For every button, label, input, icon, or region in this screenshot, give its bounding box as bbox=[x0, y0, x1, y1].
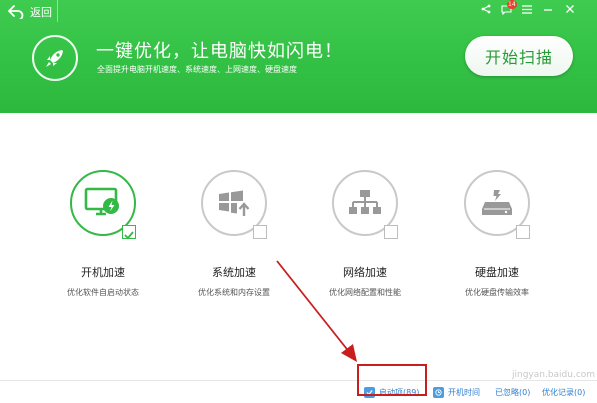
checkmark-icon bbox=[124, 231, 134, 240]
start-scan-button[interactable]: 开始扫描 bbox=[465, 36, 573, 76]
message-button[interactable]: 14 bbox=[498, 0, 517, 17]
headline: 一键优化，让电脑快如闪电！ bbox=[96, 41, 343, 62]
back-label: 返回 bbox=[30, 6, 52, 19]
monitor-lightning-icon bbox=[84, 187, 119, 216]
harddisk-icon bbox=[482, 190, 512, 215]
annotation-arrow bbox=[276, 260, 357, 362]
header-banner: 返回 14 一键优化，让电脑快如闪电！ 全面提升电脑开机速度、系统速度、上网速度… bbox=[0, 0, 597, 113]
minimize-icon bbox=[544, 9, 552, 11]
menu-button[interactable] bbox=[519, 1, 535, 17]
rocket-icon bbox=[46, 50, 63, 67]
footer-bar: 启动项(89) 开机时间 已忽略(0) 优化记录(0) bbox=[0, 381, 597, 403]
rocket-badge bbox=[32, 35, 78, 81]
close-icon bbox=[566, 5, 574, 13]
watermark: jingyan.baidu.com bbox=[512, 370, 596, 380]
back-button[interactable]: 返回 bbox=[8, 3, 52, 21]
harddisk-speed-description: 优化硬盘传输效率 bbox=[465, 288, 529, 297]
windows-arrow-icon bbox=[219, 190, 250, 216]
boot-speed-label: 开机加速 bbox=[81, 266, 125, 279]
boot-speed-description: 优化软件自启动状态 bbox=[67, 288, 139, 297]
ignored-link[interactable]: 已忽略(0) bbox=[495, 384, 530, 400]
boot-speed-checkbox[interactable] bbox=[122, 225, 136, 240]
network-speed-checkbox[interactable] bbox=[384, 225, 398, 239]
boot-time-link[interactable]: 开机时间 bbox=[433, 384, 480, 400]
title-separator bbox=[57, 0, 58, 22]
history-link[interactable]: 优化记录(0) bbox=[542, 384, 585, 400]
minimize-button[interactable] bbox=[540, 1, 556, 17]
menu-icon bbox=[522, 4, 532, 14]
harddisk-speed-checkbox[interactable] bbox=[516, 225, 530, 239]
clock-icon bbox=[433, 386, 444, 398]
system-speed-checkbox[interactable] bbox=[253, 225, 267, 239]
close-button[interactable] bbox=[562, 1, 578, 17]
back-arrow-icon bbox=[8, 5, 24, 19]
boot-time-label: 开机时间 bbox=[448, 387, 480, 397]
notification-badge: 14 bbox=[507, 0, 517, 9]
harddisk-speed-label: 硬盘加速 bbox=[475, 266, 519, 279]
share-button[interactable] bbox=[478, 1, 494, 17]
annotation-highlight-box bbox=[357, 364, 427, 396]
share-icon bbox=[481, 4, 491, 14]
network-icon bbox=[349, 190, 381, 214]
subline: 全面提升电脑开机速度、系统速度、上网速度、硬盘速度 bbox=[97, 65, 297, 74]
